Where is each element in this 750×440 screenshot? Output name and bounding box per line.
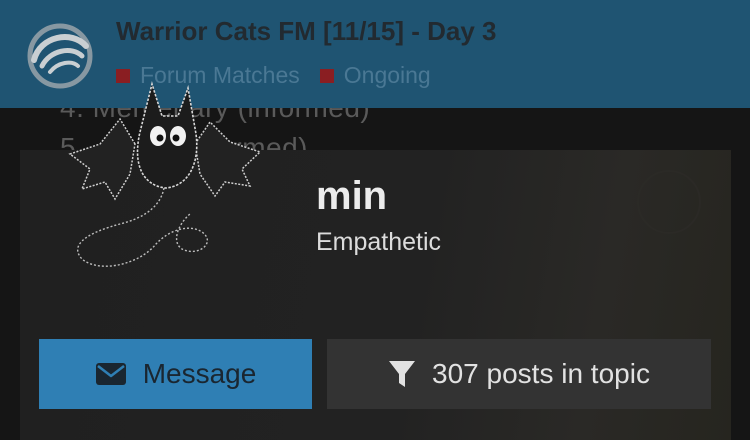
envelope-icon: [95, 362, 127, 386]
thread-title: Warrior Cats FM [11/15] - Day 3: [116, 16, 497, 46]
posts-in-topic-button[interactable]: 307 posts in topic: [327, 339, 711, 409]
card-background-decoration: [637, 170, 701, 234]
breadcrumb-ongoing[interactable]: Ongoing: [319, 62, 431, 89]
filter-icon: [388, 359, 416, 389]
username[interactable]: min: [316, 174, 387, 219]
bat-doodle-avatar[interactable]: [60, 74, 280, 294]
category-square-icon: [319, 68, 334, 83]
message-button-label: Message: [142, 358, 257, 389]
user-title: Empathetic: [316, 228, 442, 256]
breadcrumb-label: Ongoing: [343, 62, 431, 88]
posts-in-topic-label: 307 posts in topic: [432, 358, 650, 389]
message-button[interactable]: Message: [39, 339, 312, 409]
